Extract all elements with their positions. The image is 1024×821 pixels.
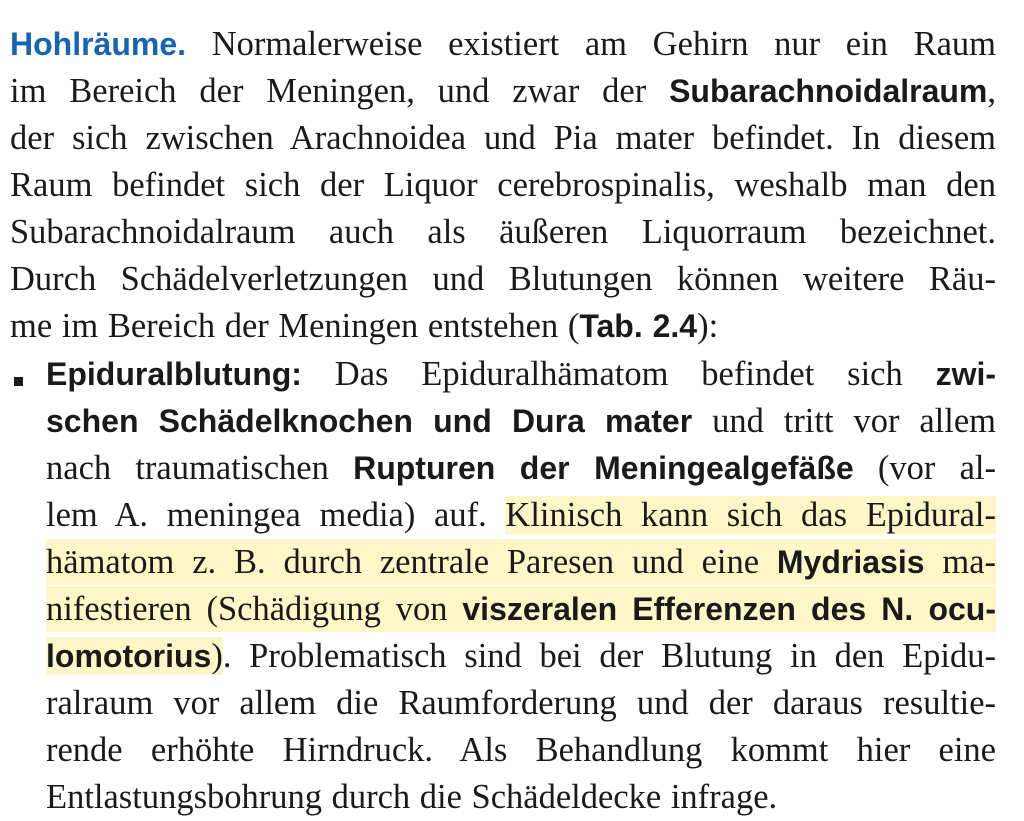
bullet-line-9: rende erhöhte Hirndruck. Als Behandlung … (46, 731, 996, 769)
paragraph-line-2: im Bereich der Meningen, und zwar der Su… (10, 72, 996, 110)
bullet-term: Epiduralblutung: (46, 356, 302, 392)
paragraph-line-5: Subarachnoidalraum auch als äußeren Liqu… (10, 213, 996, 251)
highlight: Klinisch kann sich das Epidural- (505, 496, 996, 534)
bullet-marker (14, 377, 23, 386)
paragraph-line-1: Hohlräume. Normalerweise existiert am Ge… (10, 25, 996, 63)
bullet-line-4: lem A. meningea media) auf. Klinisch kan… (46, 496, 996, 534)
paragraph-line-7: me im Bereich der Meningen entstehen (Ta… (10, 307, 719, 345)
bold-term: Subarachnoidalraum (669, 73, 988, 109)
bullet-line-3: nach traumatischen Rupturen der Meningea… (46, 449, 996, 487)
section-heading: Hohlräume. (10, 26, 187, 62)
table-reference: Tab. 2.4 (579, 308, 698, 344)
bullet-line-8: ralraum vor allem die Raumforderung und … (46, 684, 996, 722)
paragraph-line-3: der sich zwischen Arachnoidea und Pia ma… (10, 119, 996, 157)
paragraph-line-6: Durch Schädelverletzungen und Blutungen … (10, 260, 996, 298)
bullet-line-2: schen Schädelknochen und Dura mater und … (46, 402, 996, 440)
bullet-line-5: hämatom z. B. durch zentrale Paresen und… (46, 539, 996, 585)
highlight: lomotorius) (46, 637, 223, 675)
paragraph-line-4: Raum befindet sich der Liquor cerebrospi… (10, 166, 996, 204)
bullet-line-6: nifestieren (Schädigung von viszeralen E… (46, 586, 996, 632)
bullet-line-1: Epiduralblutung: Das Epiduralhämatom bef… (46, 355, 996, 393)
textbook-page: Hohlräume. Normalerweise existiert am Ge… (0, 0, 1024, 821)
bullet-line-7: lomotorius). Problematisch sind bei der … (46, 637, 996, 675)
bullet-line-10: Entlastungsbohrung durch die Schädeldeck… (46, 778, 778, 816)
